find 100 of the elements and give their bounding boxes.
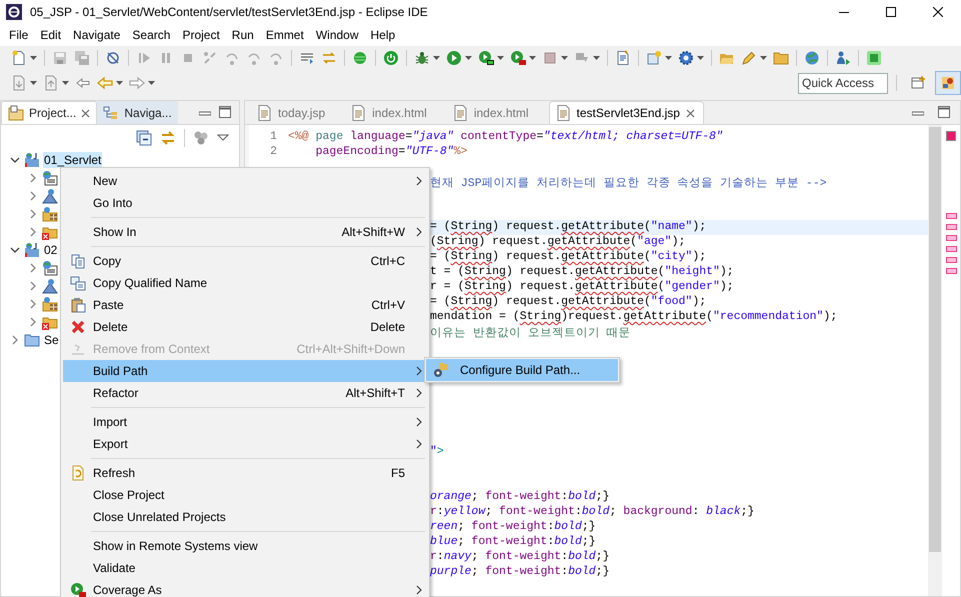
menu-item[interactable]: Show In Alt+Shift+W xyxy=(63,221,427,243)
clipboard-icon xyxy=(70,297,86,313)
warning-marker-icon xyxy=(946,246,956,252)
view-menu-icon[interactable] xyxy=(217,134,229,142)
documents-icon xyxy=(70,275,86,291)
globe-document-icon xyxy=(42,260,58,276)
delete-icon xyxy=(70,319,86,335)
shortcut-label: Ctrl+C xyxy=(370,254,406,268)
project-folder-icon xyxy=(24,152,40,168)
menu-item[interactable]: Navigate xyxy=(67,26,126,44)
menu-item[interactable]: Go Into xyxy=(63,192,427,214)
code-line: r:yellow; font-weight:bold; background: black;} xyxy=(430,505,756,520)
scrollbar-thumb[interactable] xyxy=(929,127,941,552)
code-line: <%@ page language="java" contentType="text/html; charset=UTF-8" xyxy=(287,130,724,145)
coverage-icon xyxy=(70,582,86,597)
project-folder-icon xyxy=(24,242,40,258)
file-icon xyxy=(452,104,468,120)
menu-item[interactable]: Configure Build Path... xyxy=(426,359,618,381)
menu-item[interactable]: Refresh F5 xyxy=(63,462,427,484)
tree-item[interactable]: 02 xyxy=(43,242,58,258)
code-line: pageEncoding="UTF-8"%> xyxy=(314,145,468,160)
folder-icon xyxy=(24,332,40,348)
code-line: t = (String) request.getAttribute("height"); xyxy=(430,265,735,280)
line-number: 1 xyxy=(269,130,278,145)
editor-tab[interactable]: today.jsp xyxy=(251,101,340,124)
code-line: r:navy; font-weight:bold;} xyxy=(430,550,610,565)
globe-triangle-icon xyxy=(42,278,58,294)
line-number: 2 xyxy=(269,145,278,160)
shortcut-label: Ctrl+Alt+Shift+Down xyxy=(296,342,406,356)
app-icon xyxy=(6,4,22,20)
warning-marker-icon xyxy=(946,257,956,263)
refresh-icon xyxy=(70,465,86,481)
menu-item[interactable]: Validate xyxy=(63,557,427,579)
gear-folder-icon xyxy=(433,362,449,378)
menu-item[interactable]: Delete Delete xyxy=(63,316,427,338)
filter-icon[interactable] xyxy=(193,130,209,146)
code-line: "> xyxy=(430,445,445,460)
editor-tab[interactable]: index.html xyxy=(345,101,441,124)
code-line: 이유는 반환값이 오브젝트이기 때문 xyxy=(430,326,632,340)
perspective-icon[interactable] xyxy=(935,71,961,95)
menu-item[interactable]: Coverage As xyxy=(63,579,427,597)
link-arrows-icon[interactable] xyxy=(160,130,176,146)
code-line: = (String) request.getAttribute("city"); xyxy=(430,250,708,265)
error-marker-icon xyxy=(946,131,956,141)
window-title: 05_JSP - 01_Servlet/WebContent/servlet/testServlet3End.jsp - Eclipse IDE xyxy=(30,5,428,19)
warning-marker-icon xyxy=(946,224,956,230)
warning-marker-icon xyxy=(946,235,956,241)
code-line: mendation = (String)request.getAttribute("recommendation"); xyxy=(430,310,838,325)
menu-item[interactable]: Window xyxy=(310,26,365,44)
quick-access-field[interactable]: Quick Access xyxy=(798,72,888,94)
view-tab[interactable]: Project... xyxy=(1,101,98,124)
code-line: reen; font-weight:bold;} xyxy=(430,520,597,535)
menu-item[interactable]: Refactor Alt+Shift+T xyxy=(63,382,427,404)
globe-triangle-icon xyxy=(42,188,58,204)
menu-item[interactable]: Copy Qualified Name xyxy=(63,272,427,294)
code-line: blue; font-weight:bold;} xyxy=(430,535,597,550)
menu-item[interactable]: Close Project xyxy=(63,484,427,506)
code-line: 현재 JSP페이지를 처리하는데 필요한 각종 속성을 기술하는 부분 --> xyxy=(430,176,828,190)
menu-item[interactable]: Build Path xyxy=(63,360,427,382)
editor-tab[interactable]: index.html xyxy=(446,101,543,124)
warning-marker-icon xyxy=(946,268,956,274)
code-line: purple; font-weight:bold;} xyxy=(430,565,610,580)
code-line: (String) request.getAttribute("age"); xyxy=(430,235,686,250)
menu-item[interactable]: File xyxy=(3,26,34,44)
file-icon xyxy=(351,104,366,120)
shortcut-label: Delete xyxy=(370,320,406,334)
menu-item[interactable]: Run xyxy=(226,26,260,44)
menu-item[interactable]: Close Unrelated Projects xyxy=(63,506,427,528)
tree-view-icon xyxy=(103,104,120,120)
tree-item[interactable]: Se xyxy=(43,332,60,348)
menu-item[interactable]: Show in Remote Systems view xyxy=(63,535,427,557)
view-tab[interactable]: Naviga... xyxy=(97,101,178,124)
code-line: orange; font-weight:bold;} xyxy=(430,490,610,505)
package-folder-icon xyxy=(42,206,58,222)
menu-item[interactable]: Paste Ctrl+V xyxy=(63,294,427,316)
menu-item[interactable]: Import xyxy=(63,411,427,433)
globe-document-icon xyxy=(42,170,58,186)
shortcut-label: Alt+Shift+T xyxy=(346,386,406,400)
menu-item[interactable]: Export xyxy=(63,433,427,455)
shortcut-label: Ctrl+V xyxy=(371,298,406,312)
editor-tab[interactable]: testServlet3End.jsp xyxy=(548,101,704,124)
tree-item[interactable]: 01_Servlet xyxy=(43,152,102,168)
menu-item[interactable]: Emmet xyxy=(260,26,310,44)
file-icon xyxy=(556,105,571,121)
menu-item[interactable]: Copy Ctrl+C xyxy=(63,250,427,272)
code-line: = (String) request.getAttribute("food"); xyxy=(430,295,708,310)
shortcut-label: F5 xyxy=(390,466,406,480)
copy-icon xyxy=(70,253,86,269)
menu-item[interactable]: Search xyxy=(126,26,176,44)
warning-marker-icon xyxy=(946,213,956,219)
code-line: r = (String) request.getAttribute("gender"); xyxy=(430,280,735,295)
menu-item[interactable]: New xyxy=(63,170,427,192)
package-folder-icon xyxy=(42,296,58,312)
menu-item[interactable]: Project xyxy=(176,26,226,44)
collapse-all-icon[interactable] xyxy=(136,130,152,146)
project-icon xyxy=(8,105,24,121)
menu-item[interactable]: Edit xyxy=(34,26,68,44)
shortcut-label: Alt+Shift+W xyxy=(342,225,406,239)
file-icon xyxy=(257,104,272,120)
menu-item[interactable]: Help xyxy=(364,26,402,44)
